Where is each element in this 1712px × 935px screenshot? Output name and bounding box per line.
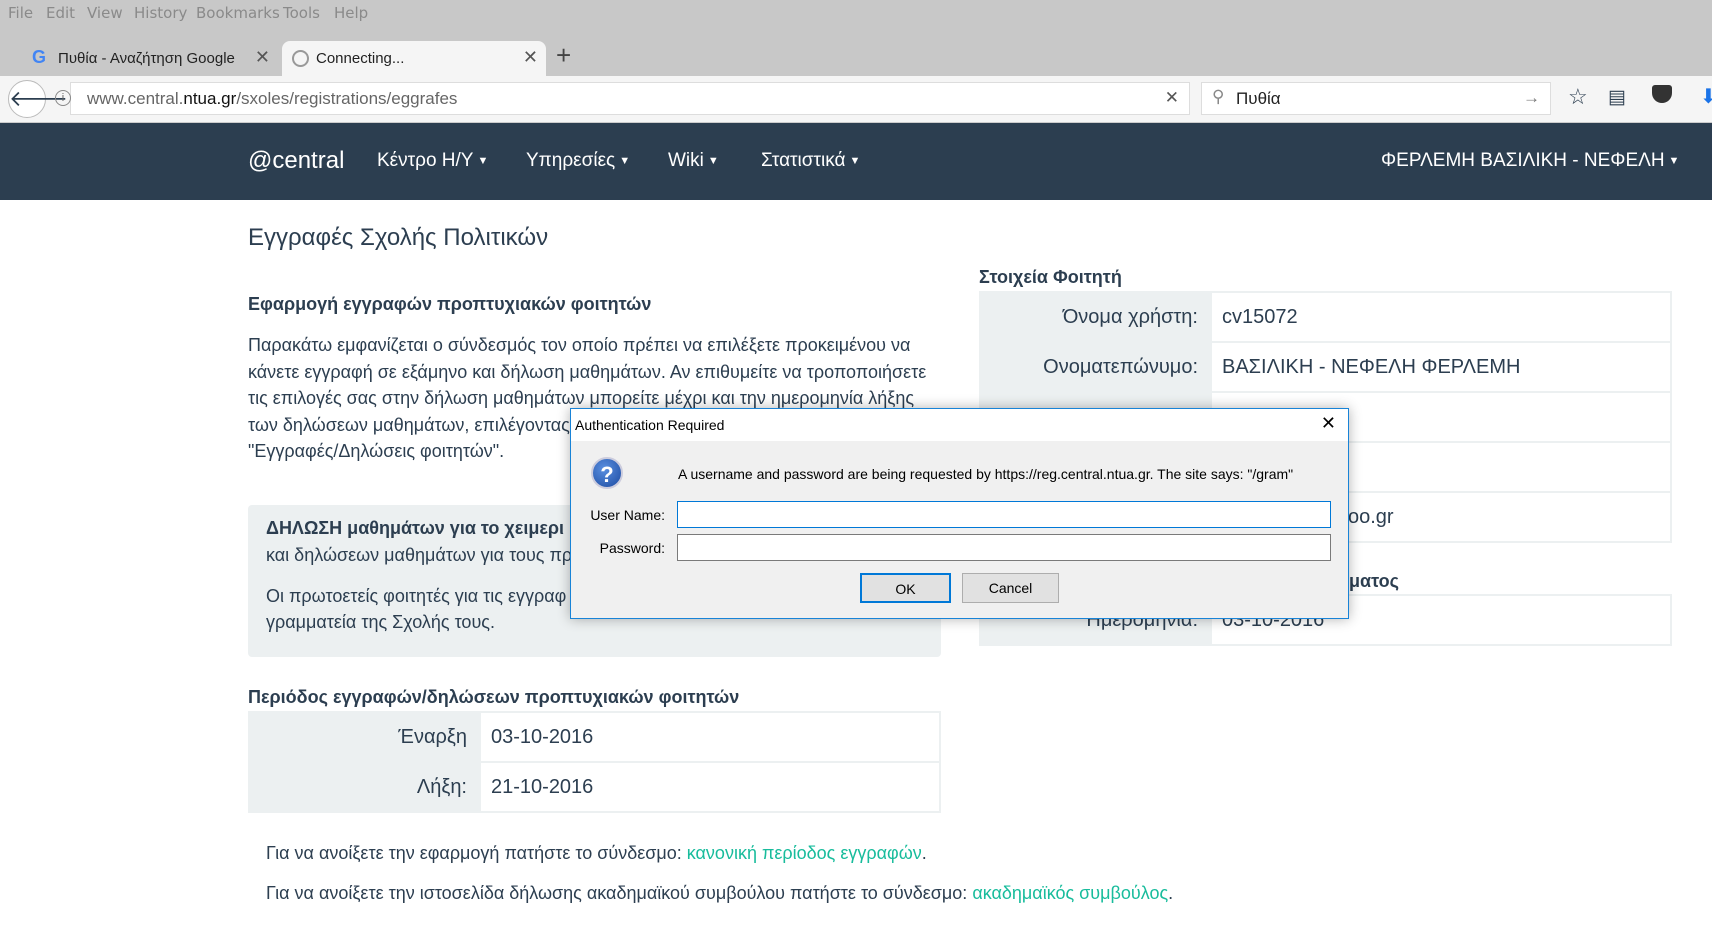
table-row: Λήξη: 21-10-2016	[248, 761, 941, 813]
new-tab-icon[interactable]: +	[556, 40, 571, 71]
link-prefix: Για να ανοίξετε την εφαρμογή πατήστε το …	[266, 843, 687, 863]
academic-advisor-link[interactable]: ακαδημαϊκός συμβούλος	[972, 883, 1168, 903]
student-info-heading: Στοιχεία Φοιτητή	[979, 267, 1122, 287]
ok-button[interactable]: OK	[860, 573, 951, 603]
nav-wiki[interactable]: Wiki ▼	[668, 150, 719, 172]
menu-file[interactable]: File	[8, 4, 33, 22]
end-label: Λήξη:	[248, 761, 481, 813]
bookmark-star-icon[interactable]: ☆	[1568, 84, 1588, 110]
menu-edit[interactable]: Edit	[46, 4, 75, 22]
start-label: Έναρξη	[248, 711, 481, 763]
table-row: Έναρξη 03-10-2016	[248, 711, 941, 763]
back-icon[interactable]: 🡐	[8, 80, 68, 118]
caret-down-icon: ▼	[619, 154, 631, 167]
username-label: User Name:	[590, 507, 665, 523]
dialog-message: A username and password are being reques…	[678, 466, 1294, 482]
dialog-title: Authentication Required	[575, 417, 725, 433]
search-icon: ⚲	[1212, 87, 1225, 106]
advisor-link-line: Για να ανοίξετε την ιστοσελίδα δήλωσης α…	[266, 880, 1173, 907]
menu-bar: File Edit View History Bookmarks Tools H…	[0, 0, 1712, 38]
navigation-toolbar: 🡐 i www.central.ntua.gr/sxoles/registrat…	[0, 76, 1712, 123]
username-label: Όνομα χρήστη:	[979, 291, 1212, 343]
nav-label: Κέντρο Η/Υ	[377, 150, 474, 171]
dialog-titlebar: Authentication Required ✕	[571, 409, 1348, 441]
start-value: 03-10-2016	[479, 711, 941, 763]
username-value: cv15072	[1210, 291, 1672, 343]
password-input[interactable]	[677, 534, 1331, 561]
tab-connecting[interactable]: Connecting... ✕	[282, 41, 546, 76]
caret-down-icon: ▼	[477, 154, 489, 167]
nav-label: Wiki	[668, 150, 704, 171]
search-box[interactable]: ⚲ Πυθία →	[1201, 82, 1551, 115]
notice-text: και δηλώσεων μαθημάτων για τους πρ	[266, 545, 573, 565]
fullname-value: ΒΑΣΙΛΙΚΗ - ΝΕΦΕΛΗ ΦΕΡΛΕΜΗ	[1210, 341, 1672, 393]
brand-link[interactable]: @central	[248, 147, 344, 175]
caret-down-icon: ▼	[707, 154, 719, 167]
period-mark: .	[921, 843, 927, 863]
app-link-line: Για να ανοίξετε την εφαρμογή πατήστε το …	[266, 840, 927, 867]
notice-text: Οι πρωτοετείς φοιτητές για τις εγγραφ	[266, 586, 567, 606]
end-value: 21-10-2016	[479, 761, 941, 813]
link-prefix: Για να ανοίξετε την ιστοσελίδα δήλωσης α…	[266, 883, 973, 903]
section-heading-partial: ματος	[1349, 571, 1399, 591]
tab-title: Connecting...	[316, 50, 405, 67]
url-prefix: www.central.	[87, 89, 184, 108]
username-input[interactable]	[677, 501, 1331, 528]
regular-registration-link[interactable]: κανονική περίοδος εγγραφών	[687, 843, 922, 863]
nav-label: Στατιστικά	[761, 150, 846, 171]
site-navbar: @central Κέντρο Η/Υ ▼ Υπηρεσίες ▼ Wiki ▼ Στ…	[0, 123, 1712, 200]
menu-help[interactable]: Help	[334, 4, 368, 22]
caret-down-icon: ▼	[849, 154, 861, 167]
download-icon[interactable]: ⬇	[1700, 84, 1712, 109]
period-heading: Περιόδος εγγραφών/δηλώσεων προπτυχιακών …	[248, 687, 740, 707]
table-row: Όνομα χρήστη: cv15072	[979, 291, 1672, 343]
nav-services[interactable]: Υπηρεσίες ▼	[526, 150, 630, 172]
url-path: /sxoles/registrations/eggrafes	[236, 89, 458, 108]
table-row: Ονοματεπώνυμο: ΒΑΣΙΛΙΚΗ - ΝΕΦΕΛΗ ΦΕΡΛΕΜΗ	[979, 341, 1672, 393]
auth-dialog: Authentication Required ✕ ? A username a…	[570, 408, 1349, 619]
close-icon[interactable]: ✕	[1321, 413, 1336, 434]
close-tab-icon[interactable]: ✕	[523, 47, 538, 68]
app-heading: Εφαρμογή εγγραφών προπτυχιακών φοιτητών	[248, 294, 652, 314]
menu-bookmarks[interactable]: Bookmarks	[196, 4, 280, 22]
period-mark: .	[1168, 883, 1174, 903]
nav-label: Υπηρεσίες	[526, 150, 616, 171]
loading-spinner-icon	[292, 50, 309, 67]
close-tab-icon[interactable]: ✕	[255, 47, 270, 68]
user-name: ΦΕΡΛΕΜΗ ΒΑΣΙΛΙΚΗ - ΝΕΦΕΛΗ	[1381, 150, 1665, 171]
cancel-button[interactable]: Cancel	[962, 573, 1059, 603]
search-value: Πυθία	[1236, 89, 1281, 108]
nav-computer-center[interactable]: Κέντρο Η/Υ ▼	[377, 150, 488, 172]
menu-view[interactable]: View	[87, 4, 123, 22]
user-menu[interactable]: ΦΕΡΛΕΜΗ ΒΑΣΙΛΙΚΗ - ΝΕΦΕΛΗ ▼	[1381, 150, 1679, 172]
intro-line: κάνετε εγγραφή σε εξάμηνο και δήλωση μαθ…	[248, 361, 927, 382]
notice-text: γραμματεία της Σχολής τους.	[266, 612, 495, 632]
page-title: Εγγραφές Σχολής Πολιτικών	[248, 224, 549, 251]
tab-google[interactable]: G Πυθία - Αναζήτηση Google ✕	[24, 41, 278, 76]
go-arrow-icon[interactable]: →	[1523, 88, 1540, 108]
info-icon[interactable]: i	[55, 90, 71, 106]
caret-down-icon: ▼	[1668, 154, 1680, 167]
stop-icon[interactable]: ✕	[1165, 88, 1179, 108]
period-table: Έναρξη 03-10-2016 Λήξη: 21-10-2016	[248, 711, 941, 813]
menu-history[interactable]: History	[134, 4, 187, 22]
password-label: Password:	[599, 540, 665, 556]
url-domain: ntua.gr	[183, 89, 237, 108]
tab-title: Πυθία - Αναζήτηση Google	[58, 50, 235, 67]
nav-statistics[interactable]: Στατιστικά ▼	[761, 150, 860, 172]
pocket-icon[interactable]	[1652, 85, 1672, 103]
google-icon: G	[32, 47, 47, 67]
tab-bar: G Πυθία - Αναζήτηση Google ✕ Connecting.…	[0, 38, 1712, 76]
url-bar[interactable]: i www.central.ntua.gr/sxoles/registratio…	[55, 82, 1190, 115]
menu-tools[interactable]: Tools	[283, 4, 320, 22]
question-icon: ?	[591, 457, 623, 489]
intro-line: Παρακάτω εμφανίζεται ο σύνδεσμός τον οπο…	[248, 335, 911, 355]
notice-title: ΔΗΛΩΣΗ μαθημάτων για το χειμερι	[266, 518, 565, 538]
reading-list-icon[interactable]: ▤	[1608, 86, 1626, 109]
fullname-label: Ονοματεπώνυμο:	[979, 341, 1212, 393]
